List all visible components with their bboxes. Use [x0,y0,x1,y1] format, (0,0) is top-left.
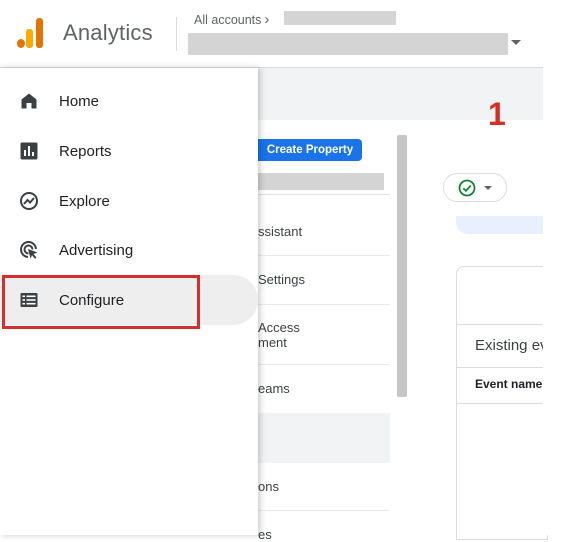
divider [457,403,543,404]
breadcrumb-all-accounts[interactable]: All accounts [194,13,261,27]
nav-label: Reports [59,142,112,160]
nav-label: Explore [59,192,110,210]
create-property-button[interactable]: Create Property [258,139,362,161]
status-dropdown-chip[interactable] [443,173,507,202]
divider [258,364,390,365]
admin-menu-item-events-selected[interactable] [258,413,390,463]
step-annotation-number: 1 [488,96,506,132]
nav-label: Advertising [59,241,134,259]
check-circle-icon [458,179,476,196]
redacted-account-name [284,11,396,25]
annotation-highlight-box [2,275,200,329]
divider [258,194,390,195]
column-header-event-name[interactable]: Event name [475,377,542,391]
card-title: Existing ev [475,337,548,354]
redacted-property-selector[interactable] [188,33,508,55]
admin-menu-item-setup-assistant[interactable]: ssistant [258,224,390,239]
admin-column-scrollbar[interactable] [397,135,407,397]
nav-label: Home [59,92,100,110]
nav-item-home[interactable]: Home [0,76,258,126]
home-icon [21,93,37,109]
reports-icon [20,142,38,160]
account-dropdown-caret-icon[interactable] [511,40,521,45]
admin-menu-item-conversions[interactable]: ons [258,479,390,494]
divider [258,304,390,305]
divider [457,367,543,368]
explore-icon [20,192,38,210]
nav-item-explore[interactable]: Explore [0,176,258,226]
admin-menu-item-access-management[interactable]: Access ment [258,320,390,350]
nav-item-advertising[interactable]: Advertising [0,225,258,275]
analytics-logo[interactable] [15,18,45,48]
admin-menu-item-property-settings[interactable]: Settings [258,272,390,287]
app-title: Analytics [63,20,153,45]
nav-item-reports[interactable]: Reports [0,126,258,176]
divider [258,255,390,256]
chevron-down-icon [484,185,492,190]
advertising-icon [20,241,38,259]
header-divider [176,17,177,51]
redacted-property-name [258,173,384,190]
divider [457,324,543,325]
screenshot-margin [543,0,583,535]
info-banner [456,216,543,234]
breadcrumb[interactable]: All accounts › [194,11,269,28]
divider [258,510,390,511]
breadcrumb-chevron-icon: › [264,11,270,28]
admin-menu-item-data-streams[interactable]: eams [258,381,390,396]
